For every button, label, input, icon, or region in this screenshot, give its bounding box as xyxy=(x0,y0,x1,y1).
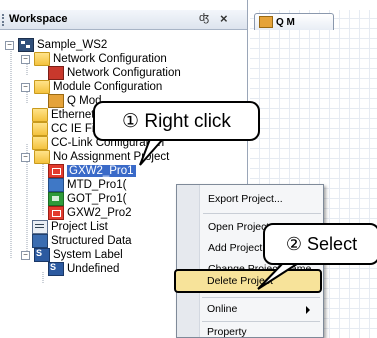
callout1-pointer xyxy=(139,138,164,166)
callout-right-click: ① Right click xyxy=(93,101,260,141)
callout2-pointer xyxy=(257,261,301,290)
callout-pointers xyxy=(139,138,301,290)
callout-select: ② Select xyxy=(263,223,377,265)
